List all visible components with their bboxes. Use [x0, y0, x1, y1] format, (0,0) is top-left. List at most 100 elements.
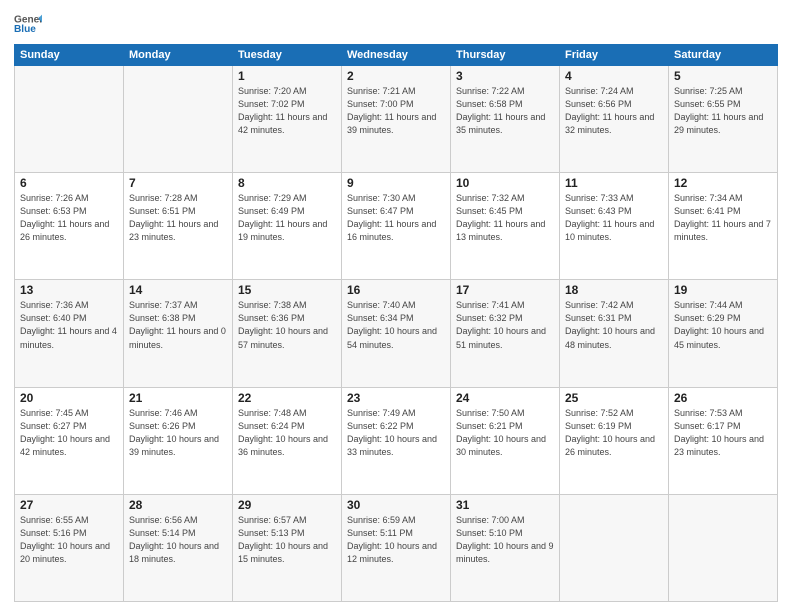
calendar-cell: 30 Sunrise: 6:59 AMSunset: 5:11 PMDaylig…: [342, 494, 451, 601]
calendar-cell: 23 Sunrise: 7:49 AMSunset: 6:22 PMDaylig…: [342, 387, 451, 494]
cell-info: Sunrise: 6:57 AMSunset: 5:13 PMDaylight:…: [238, 514, 336, 566]
cell-info: Sunrise: 7:26 AMSunset: 6:53 PMDaylight:…: [20, 192, 118, 244]
calendar-cell: 14 Sunrise: 7:37 AMSunset: 6:38 PMDaylig…: [124, 280, 233, 387]
cell-info: Sunrise: 6:55 AMSunset: 5:16 PMDaylight:…: [20, 514, 118, 566]
day-number: 11: [565, 176, 663, 190]
day-of-week-friday: Friday: [560, 45, 669, 66]
cell-info: Sunrise: 7:44 AMSunset: 6:29 PMDaylight:…: [674, 299, 772, 351]
week-row-1: 1 Sunrise: 7:20 AMSunset: 7:02 PMDayligh…: [15, 66, 778, 173]
cell-info: Sunrise: 7:38 AMSunset: 6:36 PMDaylight:…: [238, 299, 336, 351]
calendar-cell: 9 Sunrise: 7:30 AMSunset: 6:47 PMDayligh…: [342, 173, 451, 280]
calendar-cell: 4 Sunrise: 7:24 AMSunset: 6:56 PMDayligh…: [560, 66, 669, 173]
cell-info: Sunrise: 7:45 AMSunset: 6:27 PMDaylight:…: [20, 407, 118, 459]
week-row-2: 6 Sunrise: 7:26 AMSunset: 6:53 PMDayligh…: [15, 173, 778, 280]
day-number: 21: [129, 391, 227, 405]
day-number: 8: [238, 176, 336, 190]
cell-info: Sunrise: 7:00 AMSunset: 5:10 PMDaylight:…: [456, 514, 554, 566]
cell-info: Sunrise: 7:32 AMSunset: 6:45 PMDaylight:…: [456, 192, 554, 244]
calendar-cell: 7 Sunrise: 7:28 AMSunset: 6:51 PMDayligh…: [124, 173, 233, 280]
day-number: 24: [456, 391, 554, 405]
day-of-week-wednesday: Wednesday: [342, 45, 451, 66]
cell-info: Sunrise: 7:36 AMSunset: 6:40 PMDaylight:…: [20, 299, 118, 351]
day-number: 15: [238, 283, 336, 297]
svg-text:Blue: Blue: [14, 24, 36, 35]
calendar-cell: 19 Sunrise: 7:44 AMSunset: 6:29 PMDaylig…: [669, 280, 778, 387]
calendar-cell: 18 Sunrise: 7:42 AMSunset: 6:31 PMDaylig…: [560, 280, 669, 387]
day-number: 23: [347, 391, 445, 405]
cell-info: Sunrise: 7:21 AMSunset: 7:00 PMDaylight:…: [347, 85, 445, 137]
cell-info: Sunrise: 7:30 AMSunset: 6:47 PMDaylight:…: [347, 192, 445, 244]
day-number: 26: [674, 391, 772, 405]
day-number: 29: [238, 498, 336, 512]
calendar-cell: 12 Sunrise: 7:34 AMSunset: 6:41 PMDaylig…: [669, 173, 778, 280]
calendar-cell: [560, 494, 669, 601]
day-number: 4: [565, 69, 663, 83]
week-row-5: 27 Sunrise: 6:55 AMSunset: 5:16 PMDaylig…: [15, 494, 778, 601]
logo-icon: General Blue: [14, 10, 42, 38]
calendar-cell: 5 Sunrise: 7:25 AMSunset: 6:55 PMDayligh…: [669, 66, 778, 173]
day-number: 28: [129, 498, 227, 512]
day-number: 20: [20, 391, 118, 405]
day-number: 16: [347, 283, 445, 297]
cell-info: Sunrise: 7:42 AMSunset: 6:31 PMDaylight:…: [565, 299, 663, 351]
cell-info: Sunrise: 7:34 AMSunset: 6:41 PMDaylight:…: [674, 192, 772, 244]
cell-info: Sunrise: 7:25 AMSunset: 6:55 PMDaylight:…: [674, 85, 772, 137]
calendar-cell: 28 Sunrise: 6:56 AMSunset: 5:14 PMDaylig…: [124, 494, 233, 601]
day-number: 7: [129, 176, 227, 190]
day-number: 17: [456, 283, 554, 297]
calendar-cell: [124, 66, 233, 173]
cell-info: Sunrise: 6:59 AMSunset: 5:11 PMDaylight:…: [347, 514, 445, 566]
header: General Blue: [14, 10, 778, 38]
day-number: 2: [347, 69, 445, 83]
day-number: 19: [674, 283, 772, 297]
cell-info: Sunrise: 7:22 AMSunset: 6:58 PMDaylight:…: [456, 85, 554, 137]
days-of-week-row: SundayMondayTuesdayWednesdayThursdayFrid…: [15, 45, 778, 66]
day-of-week-thursday: Thursday: [451, 45, 560, 66]
week-row-4: 20 Sunrise: 7:45 AMSunset: 6:27 PMDaylig…: [15, 387, 778, 494]
calendar-cell: 13 Sunrise: 7:36 AMSunset: 6:40 PMDaylig…: [15, 280, 124, 387]
day-number: 12: [674, 176, 772, 190]
cell-info: Sunrise: 7:52 AMSunset: 6:19 PMDaylight:…: [565, 407, 663, 459]
cell-info: Sunrise: 7:20 AMSunset: 7:02 PMDaylight:…: [238, 85, 336, 137]
day-number: 1: [238, 69, 336, 83]
day-number: 22: [238, 391, 336, 405]
day-number: 3: [456, 69, 554, 83]
calendar-cell: 24 Sunrise: 7:50 AMSunset: 6:21 PMDaylig…: [451, 387, 560, 494]
calendar-cell: 6 Sunrise: 7:26 AMSunset: 6:53 PMDayligh…: [15, 173, 124, 280]
day-number: 25: [565, 391, 663, 405]
day-number: 31: [456, 498, 554, 512]
cell-info: Sunrise: 7:53 AMSunset: 6:17 PMDaylight:…: [674, 407, 772, 459]
cell-info: Sunrise: 7:28 AMSunset: 6:51 PMDaylight:…: [129, 192, 227, 244]
cell-info: Sunrise: 7:50 AMSunset: 6:21 PMDaylight:…: [456, 407, 554, 459]
day-number: 13: [20, 283, 118, 297]
week-row-3: 13 Sunrise: 7:36 AMSunset: 6:40 PMDaylig…: [15, 280, 778, 387]
day-number: 9: [347, 176, 445, 190]
calendar-cell: [669, 494, 778, 601]
day-number: 6: [20, 176, 118, 190]
calendar-cell: 2 Sunrise: 7:21 AMSunset: 7:00 PMDayligh…: [342, 66, 451, 173]
calendar-cell: 1 Sunrise: 7:20 AMSunset: 7:02 PMDayligh…: [233, 66, 342, 173]
cell-info: Sunrise: 7:48 AMSunset: 6:24 PMDaylight:…: [238, 407, 336, 459]
cell-info: Sunrise: 7:24 AMSunset: 6:56 PMDaylight:…: [565, 85, 663, 137]
calendar-cell: 22 Sunrise: 7:48 AMSunset: 6:24 PMDaylig…: [233, 387, 342, 494]
calendar-cell: 25 Sunrise: 7:52 AMSunset: 6:19 PMDaylig…: [560, 387, 669, 494]
day-of-week-monday: Monday: [124, 45, 233, 66]
calendar: SundayMondayTuesdayWednesdayThursdayFrid…: [14, 44, 778, 602]
calendar-cell: 17 Sunrise: 7:41 AMSunset: 6:32 PMDaylig…: [451, 280, 560, 387]
day-number: 27: [20, 498, 118, 512]
calendar-cell: 27 Sunrise: 6:55 AMSunset: 5:16 PMDaylig…: [15, 494, 124, 601]
calendar-cell: 16 Sunrise: 7:40 AMSunset: 6:34 PMDaylig…: [342, 280, 451, 387]
logo: General Blue: [14, 10, 42, 38]
calendar-cell: 26 Sunrise: 7:53 AMSunset: 6:17 PMDaylig…: [669, 387, 778, 494]
calendar-cell: 15 Sunrise: 7:38 AMSunset: 6:36 PMDaylig…: [233, 280, 342, 387]
cell-info: Sunrise: 7:40 AMSunset: 6:34 PMDaylight:…: [347, 299, 445, 351]
day-number: 10: [456, 176, 554, 190]
day-of-week-sunday: Sunday: [15, 45, 124, 66]
cell-info: Sunrise: 7:46 AMSunset: 6:26 PMDaylight:…: [129, 407, 227, 459]
cell-info: Sunrise: 7:33 AMSunset: 6:43 PMDaylight:…: [565, 192, 663, 244]
cell-info: Sunrise: 6:56 AMSunset: 5:14 PMDaylight:…: [129, 514, 227, 566]
calendar-cell: 29 Sunrise: 6:57 AMSunset: 5:13 PMDaylig…: [233, 494, 342, 601]
day-of-week-tuesday: Tuesday: [233, 45, 342, 66]
day-of-week-saturday: Saturday: [669, 45, 778, 66]
calendar-cell: [15, 66, 124, 173]
